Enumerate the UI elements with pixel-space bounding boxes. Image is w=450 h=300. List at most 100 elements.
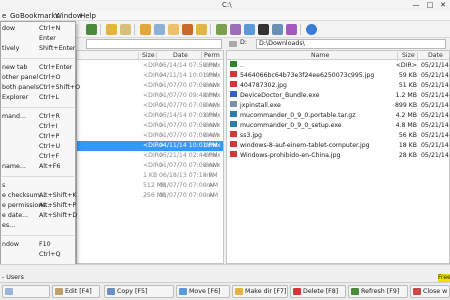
left-table-row[interactable]: <DIR> 05/14/14 07:03 PM dnwx [77, 111, 223, 121]
menu-item[interactable]: Enter [1, 34, 75, 44]
row-date: 05/21/14 [421, 122, 449, 129]
info-icon[interactable] [306, 24, 317, 35]
maximize-button[interactable]: □ [423, 0, 437, 11]
refresh-icon[interactable] [86, 24, 97, 35]
file-type-icon [230, 91, 237, 97]
menu-bookmarks[interactable]: Bookmarks [20, 12, 59, 20]
left-table-row[interactable]: 512 MB 01/07/70 07:00 AM -rw- [77, 181, 223, 191]
column-date[interactable]: Date [173, 52, 188, 59]
right-table-row[interactable]: DeviceDoctor_Bundle.exe 1.2 MB 05/21/14 [227, 91, 449, 101]
terminal-icon[interactable] [258, 24, 269, 35]
menu-item[interactable]: new tab Ctrl+Enter [1, 63, 75, 73]
menu-separator [2, 107, 74, 108]
row-date: 05/21/14 [421, 92, 449, 99]
left-table-row[interactable]: <DIR> 01/07/70 07:00 AM dnwx [77, 161, 223, 171]
menu-window[interactable]: Window [55, 12, 83, 20]
make-dir-button[interactable]: Make dir [F7] [232, 285, 288, 298]
close-window-button[interactable]: Close w [410, 285, 450, 298]
menu-file[interactable]: e [2, 12, 6, 20]
right-table-row[interactable]: 5464066bc64b73e3f24ee6250073c995.jpg 59 K… [227, 71, 449, 81]
menu-item[interactable]: dow Ctrl+N [1, 24, 75, 34]
left-path-input[interactable] [86, 39, 222, 49]
menu-item[interactable]: Ctrl+Q [1, 250, 75, 260]
menu-item[interactable]: mand... Ctrl+R [1, 112, 75, 122]
left-table-row[interactable]: <DIR> 05/21/14 02:44 PM dnwx [77, 151, 223, 161]
column-date[interactable]: Date [428, 52, 443, 59]
menu-item[interactable]: tively Shift+Enter [1, 44, 76, 54]
menu-item[interactable]: Ctrl+I [1, 122, 75, 132]
pack-icon[interactable] [216, 24, 227, 35]
left-table-row[interactable]: <DIR> 04/11/14 10:01 PM dnwx [77, 141, 223, 151]
right-path-input[interactable]: D:\Downloads\ [256, 39, 446, 49]
left-table-row[interactable]: <DIR> 01/07/70 07:00 AM dnwx [77, 121, 223, 131]
menu-item[interactable]: ndow F10 [1, 240, 75, 250]
right-drive-label[interactable]: D: [240, 39, 247, 46]
refresh-button[interactable]: Refresh [F9] [348, 285, 408, 298]
menu-item[interactable]: other panel Ctrl+O [1, 73, 75, 83]
left-table-row[interactable]: <DIR> 01/07/70 07:00 AM dnwx [77, 101, 223, 111]
copy-button[interactable]: Copy [F5] [104, 285, 174, 298]
left-table-row[interactable]: <DIR> 04/11/14 10:01 PM dnwx [77, 71, 223, 81]
unmark-icon[interactable] [154, 24, 165, 35]
make-dir-button-label: Make dir [F7] [245, 288, 287, 295]
menu-item[interactable]: e checksum... Alt+Shift+K [1, 191, 77, 201]
file-type-icon [230, 81, 237, 87]
menu-item[interactable]: Ctrl+U [1, 142, 75, 152]
menu-item[interactable]: Ctrl+F [1, 152, 75, 162]
menu-item[interactable]: e date... Alt+Shift+D [1, 211, 78, 221]
left-file-panel[interactable]: Size Date Perm <DIR> 05/14/14 07:50 PM dnw… [76, 50, 224, 264]
left-table-row[interactable]: 1 KB 06/18/13 07:18 PM -rw- [77, 171, 223, 181]
unpack-icon[interactable] [230, 24, 241, 35]
menu-item[interactable]: es... [1, 221, 75, 231]
right-table-row[interactable]: ss3.jpg 56 KB 05/21/14 [227, 131, 449, 141]
right-table-row[interactable]: .. <DIR> 05/21/14 [227, 61, 449, 71]
right-table-row[interactable]: Windows-prohibido-en-China.jpg 28 KB 05/21… [227, 151, 449, 161]
key-icon[interactable] [196, 24, 207, 35]
menu-help[interactable]: Help [80, 12, 96, 20]
menu-item[interactable]: s [1, 181, 75, 191]
delete-button[interactable]: Delete [F8] [290, 285, 346, 298]
right-table-row[interactable]: mucommander_0_9_0_setup.exe 4.8 MB 05/21/1… [227, 121, 449, 131]
menu-item[interactable]: name... Alt+F6 [1, 162, 75, 172]
right-file-panel[interactable]: Name Size Date .. <DIR> 05/21/14 5464066bc6… [226, 50, 450, 264]
function-key-bar: Edit [F4] Copy [F5] Move [F6] Make dir [… [0, 282, 450, 300]
column-permissions[interactable]: Perm [204, 52, 220, 59]
menu-item-shortcut: Alt+Shift+D [39, 212, 78, 219]
sync-icon[interactable] [182, 24, 193, 35]
view-button[interactable] [2, 285, 50, 298]
right-table-row[interactable]: jxpinstall.exe 899 KB 05/21/14 [227, 101, 449, 111]
close-button[interactable]: ✕ [436, 0, 450, 11]
menu-item[interactable]: both panels Ctrl+Shift+O [1, 83, 80, 93]
menu-item-shortcut: Enter [39, 35, 56, 42]
row-permissions: -rw- [204, 192, 217, 199]
mark-icon[interactable] [140, 24, 151, 35]
swap-icon[interactable] [168, 24, 179, 35]
column-size[interactable]: Size [402, 52, 415, 59]
run-command-icon[interactable] [272, 24, 283, 35]
minimize-button[interactable]: — [409, 0, 423, 11]
new-file-icon[interactable] [120, 24, 131, 35]
left-table-row[interactable]: <DIR> 01/07/70 07:00 AM dnwx [77, 81, 223, 91]
left-table-row[interactable]: <DIR> 05/14/14 07:50 PM dnwx [77, 61, 223, 71]
menu-item[interactable]: Explorer Ctrl+L [1, 93, 75, 103]
row-filename: jxpinstall.exe [240, 102, 281, 109]
left-table-row[interactable]: <DIR> 01/07/70 07:00 AM dnwx [77, 131, 223, 141]
menu-item-shortcut: Ctrl+N [39, 25, 61, 32]
menu-item[interactable]: e permissions... Alt+Shift+P [1, 201, 76, 211]
menu-go[interactable]: Go [10, 12, 20, 20]
right-table-row[interactable]: 404787302.jpg 51 KB 05/21/14 [227, 81, 449, 91]
email-icon[interactable] [244, 24, 255, 35]
menu-item-shortcut: Ctrl+U [39, 143, 61, 150]
left-table-row[interactable]: 256 MB 01/07/70 07:00 AM -rw- [77, 191, 223, 201]
edit-button[interactable]: Edit [F4] [52, 285, 100, 298]
move-button[interactable]: Move [F6] [176, 285, 230, 298]
column-name[interactable]: Name [311, 52, 329, 59]
menu-item[interactable]: Ctrl+P [1, 132, 75, 142]
right-table-row[interactable]: windows-8-auf-einem-tablet-computer.jpg 1… [227, 141, 449, 151]
file-type-icon [230, 111, 237, 117]
right-table-row[interactable]: mucommander_0_9_0.portable.tar.gz 4.2 MB 0… [227, 111, 449, 121]
settings-icon[interactable] [286, 24, 297, 35]
left-table-row[interactable]: <DIR> 01/07/70 09:48 PM dnwx [77, 91, 223, 101]
column-size[interactable]: Size [142, 52, 155, 59]
new-folder-icon[interactable] [106, 24, 117, 35]
